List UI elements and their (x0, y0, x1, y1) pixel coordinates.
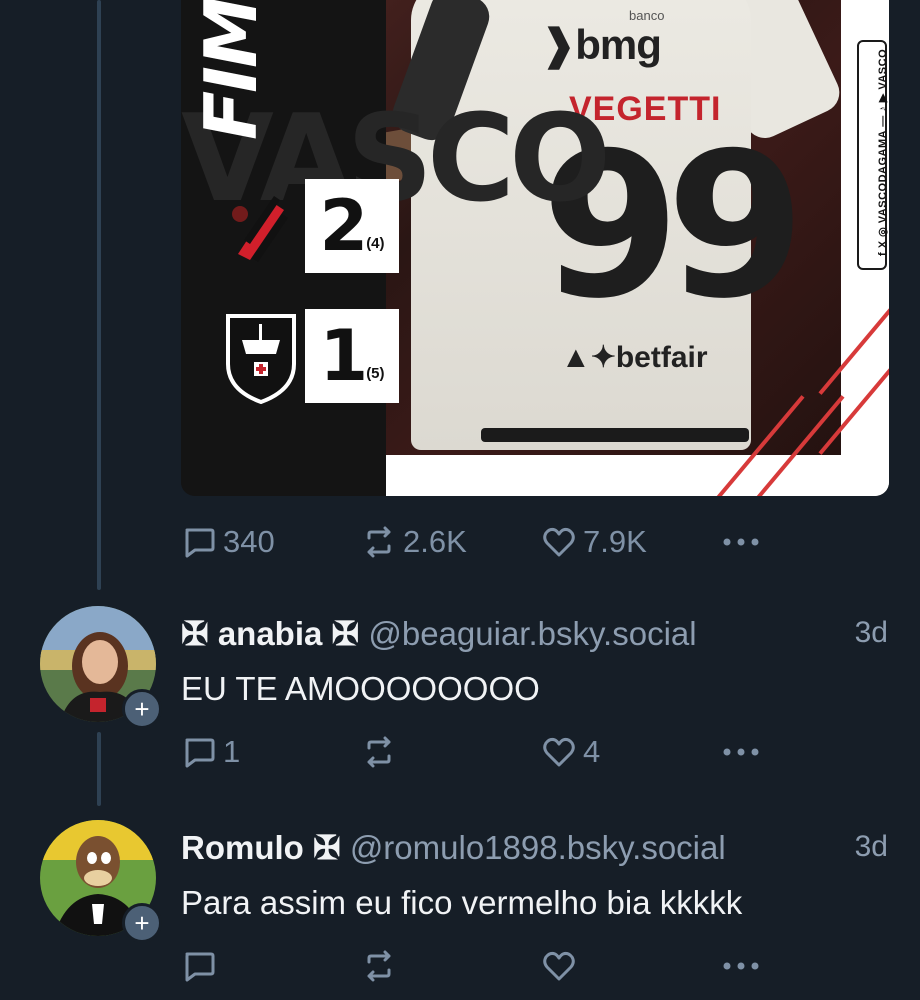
away-score-box: 1 (5) (305, 309, 399, 403)
timestamp[interactable]: 3d (855, 616, 888, 650)
reply-button[interactable]: 1 (181, 734, 240, 770)
reply-header: ✠ anabia ✠ @beaguiar.bsky.social (181, 614, 697, 653)
reply-item[interactable]: + Romulo ✠ @romulo1898.bsky.social 3d Pa… (0, 820, 920, 1000)
sponsor-bottom-label: betfair (615, 341, 708, 374)
home-score-box: 2 (4) (305, 179, 399, 273)
repost-arrows-icon (361, 734, 397, 770)
follow-plus-button[interactable]: + (122, 689, 162, 729)
thread-line-top (97, 0, 101, 590)
heart-icon (541, 524, 577, 560)
timestamp[interactable]: 3d (855, 830, 888, 864)
more-options-button[interactable] (721, 948, 761, 984)
ellipsis-icon (721, 734, 761, 770)
reply-text: EU TE AMOOOOOOOO (181, 670, 540, 707)
heart-icon (541, 948, 577, 984)
betfair-logo-icon: ▲✦ (561, 341, 616, 374)
plus-icon: + (134, 908, 150, 938)
score-row-away: 1 (5) (221, 309, 401, 405)
display-name[interactable]: Romulo ✠ (181, 829, 341, 866)
follow-plus-button[interactable]: + (122, 903, 162, 943)
repost-button[interactable] (361, 948, 403, 984)
final-label: FIM (189, 0, 273, 140)
sponsor-top: ❱bmg (541, 21, 662, 68)
vasco-crest-icon (221, 309, 301, 405)
repost-arrows-icon (361, 524, 397, 560)
reply-actions: 1 4 (181, 734, 781, 774)
social-handle: f X ◎ VASCODAGAMA — ♪ ▶ VASCO (877, 48, 889, 256)
heart-icon (541, 734, 577, 770)
more-options-button[interactable] (721, 734, 761, 770)
ellipsis-icon (721, 948, 761, 984)
display-name[interactable]: ✠ anabia ✠ (181, 615, 359, 652)
reply-button[interactable] (181, 948, 223, 984)
sponsor-bottom: ▲✦betfair (561, 340, 708, 375)
post-image[interactable]: banco ❱bmg VEGETTI 99 ▲✦betfair VASCO FI… (181, 0, 889, 496)
home-score: 2 (319, 185, 368, 267)
score-row-home: 2 (4) (221, 179, 401, 275)
like-button[interactable]: 7.9K (541, 524, 647, 560)
athletico-logo-icon (221, 179, 301, 275)
frame-bottom (386, 455, 889, 496)
speech-bubble-icon (181, 734, 217, 770)
away-score: 1 (319, 315, 368, 397)
speech-bubble-icon (181, 948, 217, 984)
repost-arrows-icon (361, 948, 397, 984)
reply-actions (181, 948, 781, 988)
repost-button[interactable] (361, 734, 403, 770)
more-options-button[interactable] (721, 524, 761, 560)
reply-text: Para assim eu fico vermelho bia kkkkk (181, 884, 743, 921)
post-actions: 340 2.6K 7.9K (181, 524, 781, 564)
away-penalties: (5) (366, 364, 385, 382)
repost-button[interactable]: 2.6K (361, 524, 467, 560)
reply-count: 340 (223, 524, 275, 559)
repost-count: 2.6K (403, 524, 467, 559)
reply-count: 1 (223, 734, 241, 769)
like-button[interactable]: 4 (541, 734, 600, 770)
handle[interactable]: @beaguiar.bsky.social (368, 615, 696, 652)
home-penalties: (4) (366, 234, 385, 252)
shirt-hem (481, 428, 749, 442)
ellipsis-icon (721, 524, 761, 560)
like-count: 7.9K (583, 524, 647, 559)
reply-header: Romulo ✠ @romulo1898.bsky.social (181, 828, 726, 867)
sponsor-top-label: bmg (575, 21, 662, 68)
plus-icon: + (134, 694, 150, 724)
like-button[interactable] (541, 948, 583, 984)
reply-button[interactable]: 340 (181, 524, 275, 560)
like-count: 4 (583, 734, 601, 769)
reply-item[interactable]: + ✠ anabia ✠ @beaguiar.bsky.social 3d EU… (0, 606, 920, 806)
handle[interactable]: @romulo1898.bsky.social (350, 829, 726, 866)
speech-bubble-icon (181, 524, 217, 560)
